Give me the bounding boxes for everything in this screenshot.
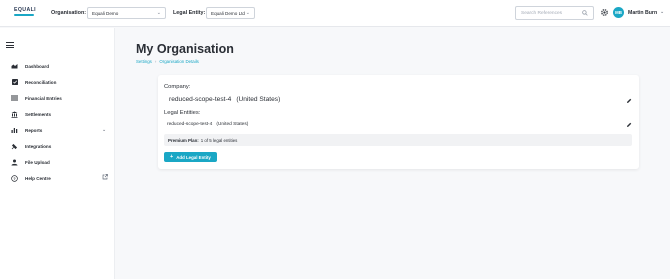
bar-chart-icon [11,127,18,134]
sidebar-item-label: Dashboard [25,63,49,69]
chevron-down-icon[interactable]: ⌄ [102,127,106,133]
bank-icon [11,111,18,118]
legal-entity-country: (United States) [216,122,249,127]
gear-icon[interactable] [600,8,609,17]
page-title: My Organisation [136,42,234,56]
help-icon: ? [11,174,18,182]
company-name-row: reduced-scope-test-4 (United States) [169,96,280,103]
add-legal-entity-label: Add Legal Entity [176,154,211,160]
sidebar-item-reports[interactable]: Reports ⌄ [0,122,115,138]
sidebar-nav: Dashboard Reconciliation Financial Entri… [0,58,115,186]
legal-entity-select[interactable]: Equali Demo Ltd ⌄ [206,7,255,19]
plan-label: Premium Plan: [168,137,199,143]
edit-legal-entity-pencil-icon[interactable] [626,122,632,128]
chevron-down-icon[interactable]: ⌄ [660,9,664,15]
breadcrumb-separator: › [154,59,157,64]
sidebar-item-dashboard[interactable]: Dashboard [0,58,115,74]
plug-icon [11,143,18,150]
organisation-card: Company: reduced-scope-test-4 (United Sta… [158,75,639,169]
upload-user-icon [11,159,18,166]
organisation-select[interactable]: Equali Demo ⌄ [87,7,166,19]
sidebar-item-reconciliation[interactable]: Reconciliation [0,74,115,90]
top-bar: EQUALI Organisation: Equali Demo ⌄ Legal… [0,0,670,27]
plus-icon: + [170,154,174,160]
sidebar-item-label: Integrations [25,143,52,149]
legal-entity-row: reduced-scope-test-4 (United States) [167,122,248,127]
user-name[interactable]: Martin Burn [628,10,657,16]
company-country: (United States) [236,96,281,103]
sidebar-item-label: Reports [25,127,43,133]
edit-company-pencil-icon[interactable] [626,98,632,104]
checkbox-icon [11,79,18,86]
sidebar-item-label: Settlements [25,111,52,117]
logo-underline [14,14,34,16]
list-icon [11,95,18,102]
plan-info: Premium Plan: 1 of 5 legal entities [164,134,632,146]
plan-value: 1 of 5 legal entities [200,137,238,143]
sidebar-item-help-centre[interactable]: ? Help Centre [0,170,115,186]
company-label: Company: [164,84,191,90]
search-icon [582,10,588,16]
sidebar-item-settlements[interactable]: Settlements [0,106,115,122]
sidebar-item-financial-entries[interactable]: Financial Entries [0,90,115,106]
search-placeholder: Search References [521,10,563,16]
sidebar-item-label: Reconciliation [25,79,57,85]
organisation-value: Equali Demo [92,10,119,16]
logo-text: EQUALI [14,7,36,13]
sidebar-item-label: Financial Entries [25,95,62,101]
svg-text:?: ? [13,176,16,181]
organisation-label: Organisation: [51,10,87,16]
breadcrumb: Settings › Organisation Details [136,59,199,64]
breadcrumb-settings[interactable]: Settings [136,59,152,64]
external-link-icon[interactable] [102,174,108,182]
legal-entity-label: Legal Entity: [173,10,206,16]
legal-entity-value: Equali Demo Ltd [211,10,245,16]
chart-area-icon [11,63,18,70]
add-legal-entity-button[interactable]: + Add Legal Entity [164,152,217,162]
legal-entities-label: Legal Entities: [164,110,201,116]
company-name: reduced-scope-test-4 [169,96,232,103]
sidebar-item-file-upload[interactable]: File Upload [0,154,115,170]
sidebar-item-integrations[interactable]: Integrations [0,138,115,154]
chevron-down-icon: ⌄ [156,10,161,16]
equali-logo[interactable]: EQUALI [14,7,36,16]
sidebar-item-label: Help Centre [25,175,51,181]
avatar[interactable]: MB [613,7,624,18]
legal-entity-name: reduced-scope-test-4 [167,122,213,127]
breadcrumb-organisation-details[interactable]: Organisation Details [159,59,199,64]
chevron-down-icon: ⌄ [245,10,250,16]
sidebar: Dashboard Reconciliation Financial Entri… [0,28,115,279]
search-input[interactable]: Search References [515,6,594,20]
menu-icon[interactable] [6,42,14,48]
sidebar-item-label: File Upload [25,159,50,165]
